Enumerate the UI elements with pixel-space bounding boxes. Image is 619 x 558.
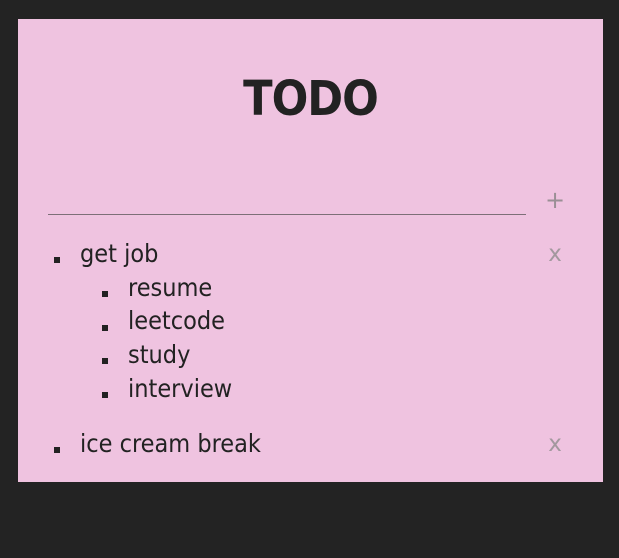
delete-item-button[interactable]: x	[545, 429, 565, 459]
bullet-icon	[102, 358, 108, 364]
todo-subitem-label[interactable]: resume	[128, 273, 212, 303]
todo-subitem-label[interactable]: leetcode	[128, 306, 225, 336]
todo-item-label[interactable]: ice cream break	[80, 429, 261, 459]
bullet-icon	[102, 291, 108, 297]
bullet-icon	[54, 447, 60, 453]
delete-item-button[interactable]: x	[545, 239, 565, 269]
todo-item-label[interactable]: get job	[80, 239, 158, 269]
todo-card: TODO + get job x resume leetcode study i…	[18, 19, 603, 482]
bullet-icon	[102, 325, 108, 331]
todo-subitem-label[interactable]: interview	[128, 374, 232, 404]
bullet-icon	[102, 392, 108, 398]
page-title: TODO	[243, 71, 379, 127]
bullet-icon	[54, 257, 60, 263]
add-todo-button[interactable]: +	[544, 187, 566, 213]
todo-subitem-label[interactable]: study	[128, 340, 190, 370]
new-todo-input[interactable]	[48, 179, 526, 215]
